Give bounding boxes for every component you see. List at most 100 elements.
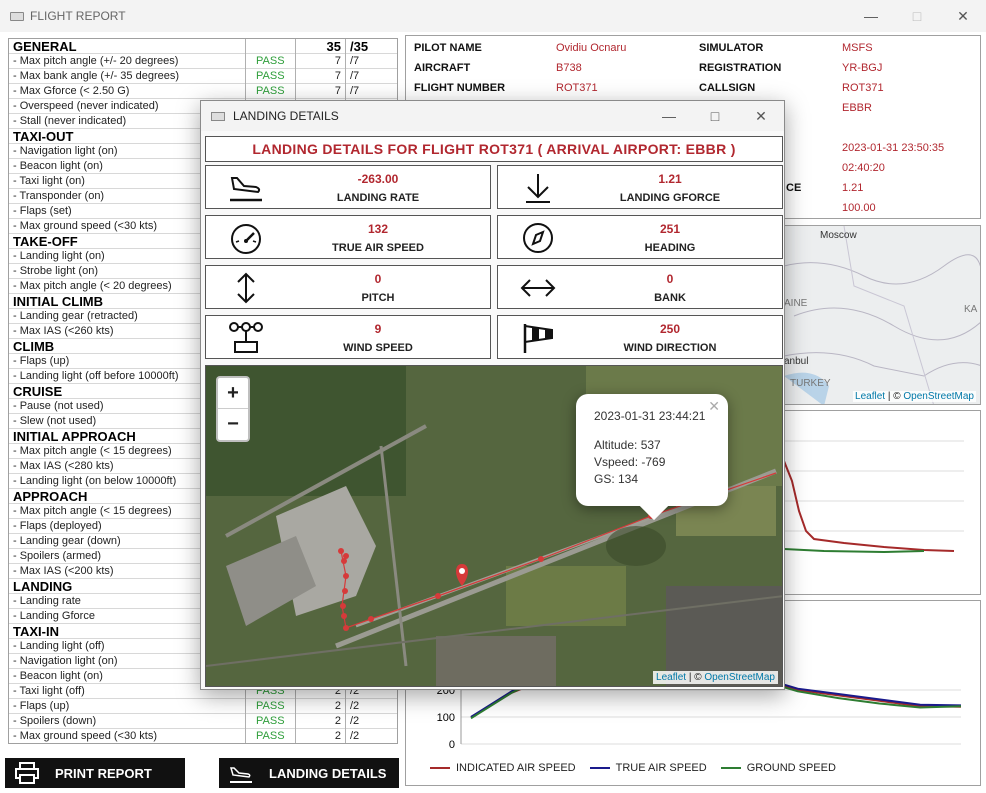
landing-map-attribution: Leaflet | © OpenStreetMap: [653, 671, 778, 684]
attr-sep: | ©: [686, 672, 705, 683]
item-result: PASS: [246, 698, 296, 714]
printer-icon: [15, 762, 39, 784]
checklist-row: - Max ground speed (<30 kts) PASS 2/2: [9, 728, 397, 743]
dialog-minimize-button[interactable]: —: [646, 101, 692, 131]
date-value: 2023-01-31 23:50:35: [842, 142, 945, 154]
arrow-down-icon: [526, 174, 550, 203]
item-label: - Max bank angle (+/- 35 degrees): [9, 68, 246, 84]
item-score: 2: [296, 698, 346, 714]
maximize-button[interactable]: □: [894, 0, 940, 32]
simulator-label: SIMULATOR: [699, 42, 764, 54]
popup-altitude: Altitude: 537: [594, 438, 661, 452]
metric-label: WIND SPEED: [343, 342, 413, 354]
item-result: PASS: [246, 68, 296, 84]
altitude-chart: [783, 410, 981, 595]
zoom-in-button[interactable]: +: [218, 378, 248, 409]
osm-link[interactable]: OpenStreetMap: [704, 672, 775, 683]
dialog-maximize-button[interactable]: □: [692, 101, 738, 131]
map-label-ukraine: AINE: [784, 298, 808, 309]
item-max: /7: [350, 54, 360, 67]
legend-ias: INDICATED AIR SPEED: [430, 762, 576, 774]
item-result: [246, 39, 296, 54]
dialog-app-icon: [211, 111, 225, 121]
duration-value: 02:40:20: [842, 162, 885, 174]
leaflet-link[interactable]: Leaflet: [855, 391, 885, 402]
item-score: 2: [296, 728, 346, 743]
attr-sep: | ©: [885, 391, 904, 402]
checklist-row: - Max Gforce (< 2.50 G) PASS 7/7: [9, 83, 397, 99]
windsock-icon: [523, 324, 553, 353]
metric-label: WIND DIRECTION: [623, 342, 717, 354]
metric-label: LANDING RATE: [336, 192, 420, 204]
metric-value: 132: [367, 222, 389, 236]
close-button[interactable]: ✕: [940, 0, 986, 32]
window-title: FLIGHT REPORT: [30, 9, 126, 23]
item-max: /7: [350, 84, 360, 97]
item-score: 2: [296, 713, 346, 729]
flight-number-label: FLIGHT NUMBER: [414, 82, 506, 94]
dialog-close-button[interactable]: ✕: [738, 101, 784, 131]
y-tick-label: 100: [437, 712, 455, 724]
metric-value: -263.00: [357, 172, 399, 186]
landing-details-dialog: LANDING DETAILS — □ ✕ LANDING DETAILS FO…: [200, 100, 785, 690]
popup-gs: GS: 134: [594, 472, 639, 486]
item-label: - Max pitch angle (+/- 20 degrees): [9, 53, 246, 69]
landing-details-button[interactable]: LANDING DETAILS: [219, 758, 399, 788]
metric-value: 250: [659, 322, 681, 336]
item-max: /2: [350, 699, 360, 712]
map-label-moscow: Moscow: [820, 230, 857, 241]
gforce-label: CE: [786, 182, 802, 194]
item-max: /2: [350, 714, 360, 727]
legend-gs: GROUND SPEED: [720, 762, 836, 774]
map-popup: ✕ 2023-01-31 23:44:21 Altitude: 537 Vspe…: [576, 394, 728, 521]
simulator-value: MSFS: [842, 42, 873, 54]
registration-value: YR-BGJ: [842, 62, 883, 74]
metric-card-wind-speed: 9 WIND SPEED: [205, 315, 491, 359]
item-result: PASS: [246, 728, 296, 743]
zoom-out-button[interactable]: −: [218, 409, 248, 440]
aircraft-value: B738: [556, 62, 582, 74]
metric-label: TRUE AIR SPEED: [332, 242, 424, 254]
print-report-button[interactable]: PRINT REPORT: [5, 758, 185, 788]
horizontal-arrows-icon: [520, 279, 556, 297]
item-label: GENERAL: [9, 39, 246, 54]
altitude-series-line: [783, 460, 955, 552]
landing-details-label: LANDING DETAILS: [269, 765, 387, 781]
metric-label: BANK: [654, 292, 686, 304]
pilot-name-value: Ovidiu Ocnaru: [556, 42, 627, 54]
metric-card-bank: 0 BANK: [497, 265, 783, 309]
metric-card-heading: 251 HEADING: [497, 215, 783, 259]
minimize-button[interactable]: —: [848, 0, 894, 32]
landing-map[interactable]: + − ✕ 2023-01-31 23:44:21 Altitude: 537 …: [205, 365, 783, 687]
item-label: - Max Gforce (< 2.50 G): [9, 83, 246, 99]
aircraft-label: AIRCRAFT: [414, 62, 471, 74]
callsign-label: CALLSIGN: [699, 82, 756, 94]
item-score: 7: [296, 68, 346, 84]
leaflet-link[interactable]: Leaflet: [656, 672, 686, 683]
metric-value: 251: [659, 222, 681, 236]
metric-value: 0: [666, 272, 674, 286]
speed-chart-legend: INDICATED AIR SPEED TRUE AIR SPEED GROUN…: [430, 762, 850, 774]
metric-card-pitch: 0 PITCH: [205, 265, 491, 309]
route-overview-map[interactable]: Moscow AINE KA anbul TURKEY Leaflet | © …: [783, 225, 981, 405]
item-score: 7: [296, 53, 346, 69]
metric-label: LANDING GFORCE: [619, 192, 721, 204]
osm-link[interactable]: OpenStreetMap: [903, 391, 974, 402]
item-result: PASS: [246, 83, 296, 99]
flight-report-window: FLIGHT REPORT — □ ✕ GENERAL 35/35 - Max p…: [0, 0, 986, 793]
popup-close-icon[interactable]: ✕: [708, 398, 720, 415]
title-bar: FLIGHT REPORT — □ ✕: [0, 0, 986, 32]
gforce-value: 1.21: [842, 182, 864, 194]
item-max: /35: [350, 38, 369, 54]
item-max: /2: [350, 729, 360, 742]
popup-time: 2023-01-31 23:44:21: [594, 409, 706, 423]
item-max: /7: [350, 69, 360, 82]
item-score: 35: [296, 39, 346, 54]
item-score: 7: [296, 83, 346, 99]
pilot-name-label: PILOT NAME: [414, 42, 482, 54]
arrival-value: EBBR: [842, 102, 872, 114]
legend-tas: TRUE AIR SPEED: [589, 762, 707, 774]
metric-card-true-air-speed: 132 TRUE AIR SPEED: [205, 215, 491, 259]
metric-label: PITCH: [361, 292, 395, 304]
compass-icon: [523, 223, 553, 253]
